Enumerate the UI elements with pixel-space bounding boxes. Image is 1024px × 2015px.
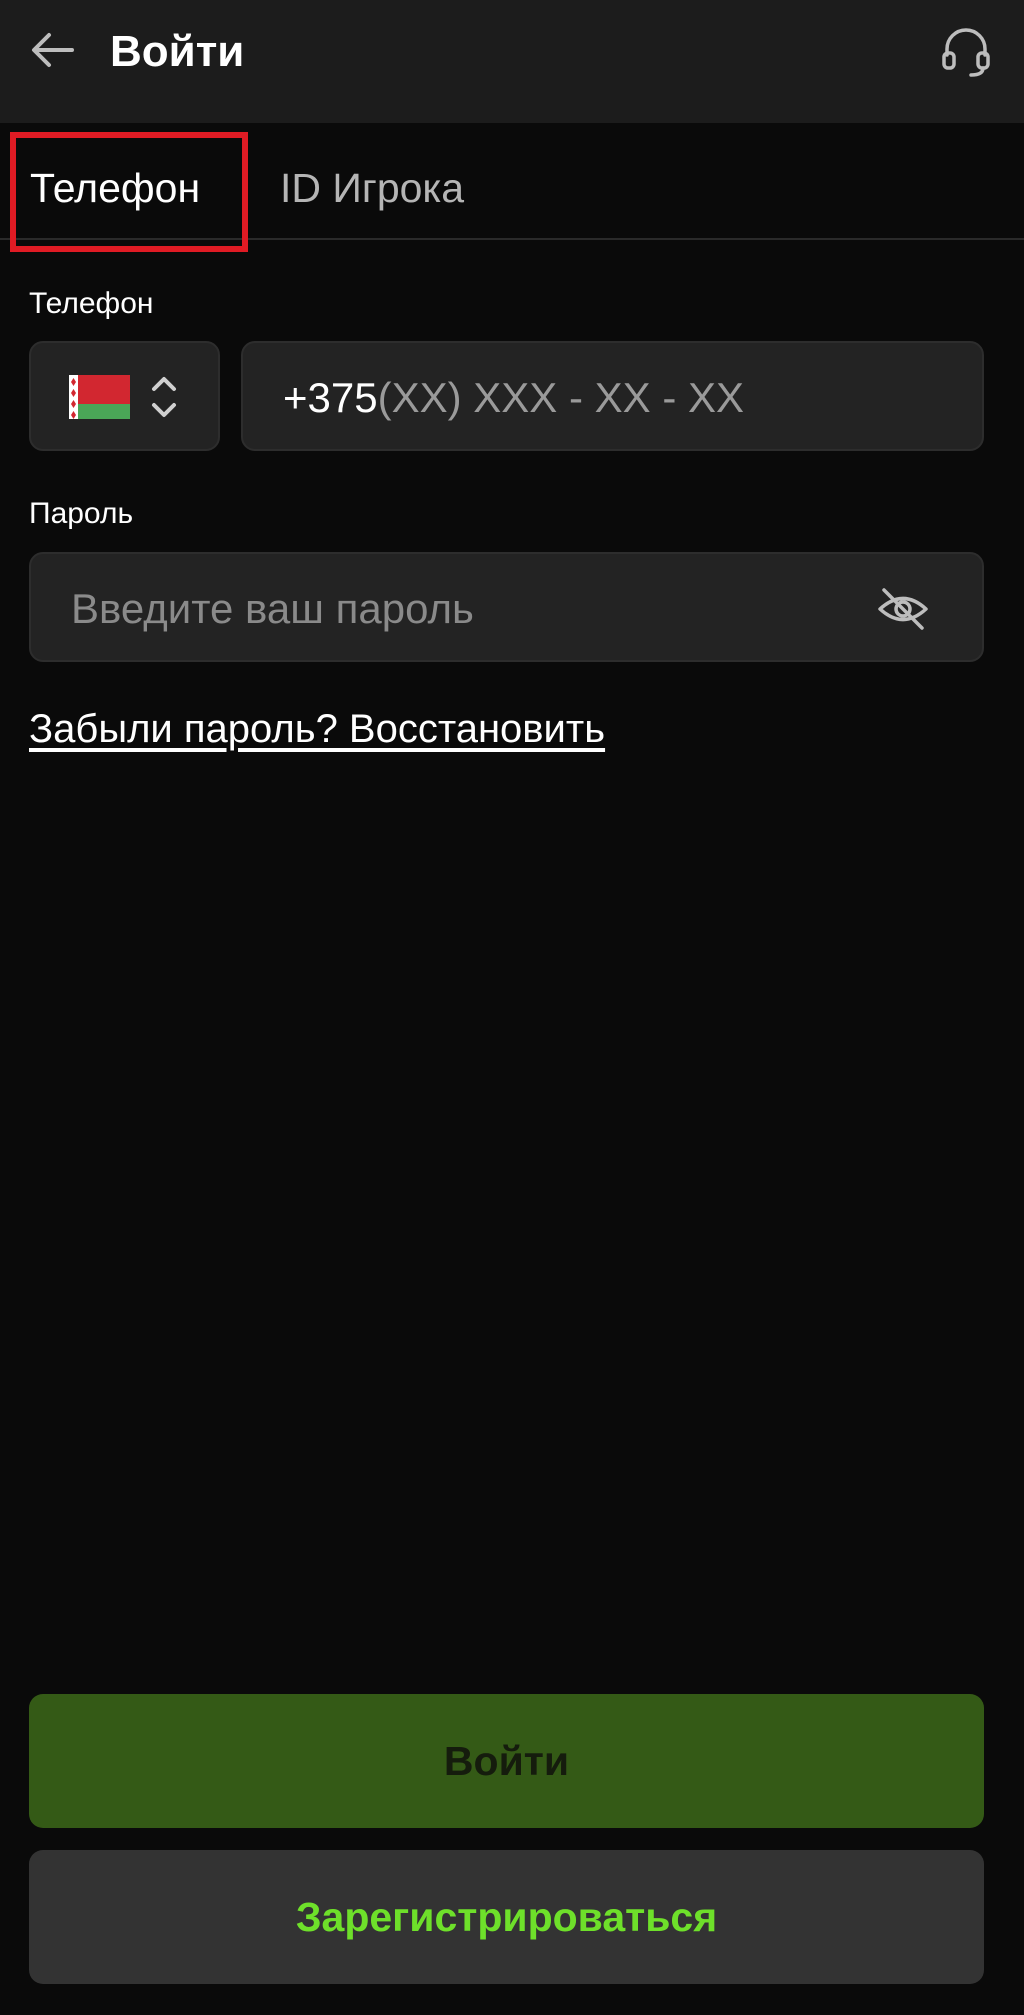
headset-icon [942,28,990,77]
tab-phone[interactable]: Телефон [30,163,200,213]
phone-field-label: Телефон [29,287,154,320]
register-button[interactable]: Зарегистрироваться [29,1850,984,1984]
password-placeholder: Введите ваш пароль [71,585,474,632]
phone-country-code: +375 [283,374,378,421]
arrow-left-icon [32,33,74,67]
chevron-up-down-icon [152,377,176,417]
phone-mask-placeholder: (XX) XXX - XX - XX [377,374,745,421]
back-button[interactable] [24,22,80,78]
tab-player-id[interactable]: ID Игрока [280,163,464,213]
login-method-tabs: Телефон ID Игрока [0,123,1024,240]
eye-off-icon[interactable] [876,582,930,636]
page-title: Войти [110,27,245,76]
password-input[interactable]: Введите ваш пароль [29,552,984,662]
forgot-password-link[interactable]: Забыли пароль? Восстановить [29,704,605,754]
country-code-selector[interactable] [29,341,220,451]
support-button[interactable] [934,20,998,84]
login-button[interactable]: Войти [29,1694,984,1828]
phone-input-value: +375(XX) XXX - XX - XX [283,373,744,423]
password-field-label: Пароль [29,497,134,530]
belarus-flag-icon [69,375,130,419]
app-header: Войти [0,0,1024,123]
phone-number-input[interactable]: +375(XX) XXX - XX - XX [241,341,984,451]
